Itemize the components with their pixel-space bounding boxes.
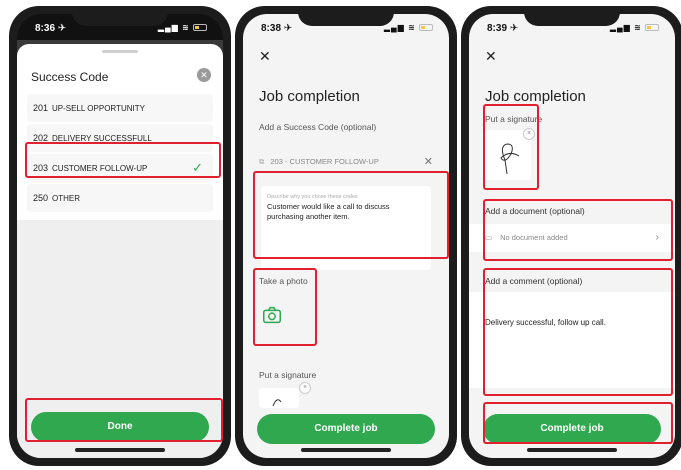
highlight-complete-button: [483, 402, 673, 444]
success-code-label: Add a Success Code (optional): [259, 122, 377, 132]
signature-thumbnail[interactable]: [259, 388, 299, 408]
sheet-handle[interactable]: [102, 50, 138, 53]
status-icons: ▂▄▆ ≋: [158, 23, 207, 32]
status-time: 8:36 ✈︎: [35, 23, 67, 34]
battery-icon: [645, 24, 659, 32]
notch: [298, 6, 394, 26]
highlight-comment-box: [253, 171, 449, 259]
status-icons: ▂▄▆ ≋: [610, 23, 659, 32]
selected-code-value: 203 - CUSTOMER FOLLOW-UP: [270, 157, 379, 166]
close-icon[interactable]: ✕: [259, 48, 271, 65]
clear-code-icon[interactable]: ✕: [424, 152, 433, 172]
composite-screenshot: 8:36 ✈︎ ▂▄▆ ≋ Success Code ✕ 201 UP-SELL …: [0, 0, 681, 470]
battery-icon: [193, 24, 207, 32]
signal-wifi-icon: ▂▄▆ ≋: [609, 23, 642, 32]
signature-label: Put a signature: [259, 370, 317, 380]
notch: [524, 6, 620, 26]
home-indicator: [301, 448, 391, 452]
status-time: 8:38 ✈︎: [261, 23, 293, 34]
sheet-title: Success Code: [31, 70, 109, 84]
highlight-comment: [483, 268, 673, 396]
highlight-selected-code: [25, 142, 221, 178]
highlight-take-photo: [253, 268, 317, 346]
success-code-sheet: Success Code ✕ 201 UP-SELL OPPORTUNITY 20…: [17, 44, 223, 458]
code-number: 201: [33, 103, 49, 113]
close-icon[interactable]: ✕: [197, 68, 211, 82]
phone-success-code: 8:36 ✈︎ ▂▄▆ ≋ Success Code ✕ 201 UP-SELL …: [9, 6, 231, 466]
signal-wifi-icon: ▂▄▆ ≋: [383, 23, 416, 32]
notch: [72, 6, 168, 26]
remove-signature-icon[interactable]: ×: [299, 382, 311, 394]
signal-wifi-icon: ▂▄▆ ≋: [157, 23, 190, 32]
highlight-signature: [483, 104, 539, 190]
code-item-250[interactable]: 250 OTHER: [27, 184, 213, 212]
status-icons: ▂▄▆ ≋: [384, 23, 433, 32]
home-indicator: [527, 448, 617, 452]
page-title: Job completion: [485, 88, 586, 105]
signature-drawing: [272, 399, 282, 407]
code-label: UP-SELL OPPORTUNITY: [52, 104, 145, 113]
screen: 8:36 ✈︎ ▂▄▆ ≋ Success Code ✕ 201 UP-SELL …: [17, 14, 223, 458]
selected-code-field[interactable]: ⧉ 203 - CUSTOMER FOLLOW-UP ✕: [259, 152, 433, 172]
code-label: OTHER: [52, 194, 81, 203]
code-item-201[interactable]: 201 UP-SELL OPPORTUNITY: [27, 94, 213, 122]
code-number: 250: [33, 193, 49, 203]
highlight-done-button: [25, 398, 223, 442]
tag-icon: ⧉: [259, 157, 265, 166]
status-time: 8:39 ✈︎: [487, 23, 519, 34]
battery-icon: [419, 24, 433, 32]
page-title: Job completion: [259, 88, 360, 105]
home-indicator: [75, 448, 165, 452]
complete-job-button[interactable]: Complete job: [257, 414, 435, 444]
close-icon[interactable]: ✕: [485, 48, 497, 65]
phone-job-completion-1: 8:38 ✈︎ ▂▄▆ ≋ ✕ Job completion Add a Suc…: [235, 6, 457, 466]
phone-job-completion-2: 8:39 ✈︎ ▂▄▆ ≋ ✕ Job completion Put a sig…: [461, 6, 681, 466]
highlight-document: [483, 199, 673, 261]
